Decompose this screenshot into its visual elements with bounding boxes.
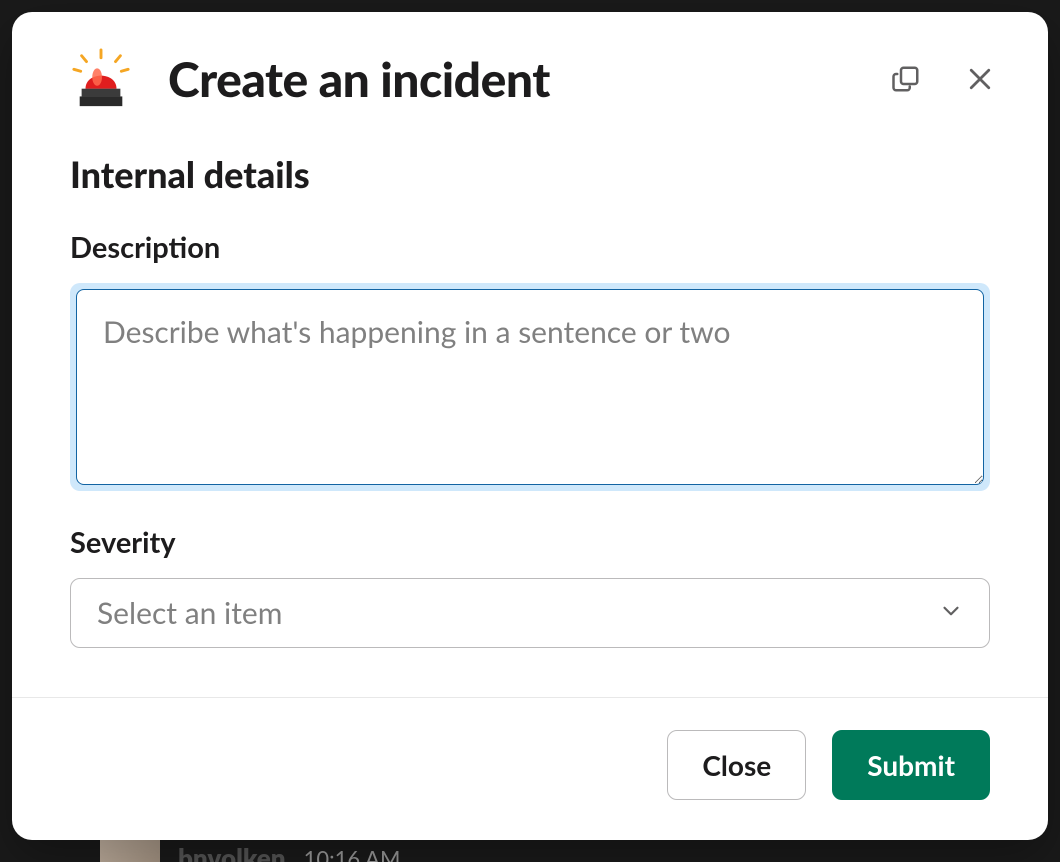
modal-footer: Close Submit bbox=[12, 697, 1048, 840]
description-focus-ring bbox=[70, 283, 990, 491]
create-incident-modal: Create an incident Internal details Desc… bbox=[12, 12, 1048, 840]
severity-select[interactable]: Select an item bbox=[70, 578, 990, 648]
open-new-window-button[interactable] bbox=[884, 57, 928, 101]
section-heading-internal-details: Internal details bbox=[70, 152, 990, 196]
modal-title: Create an incident bbox=[168, 51, 884, 108]
message-time: 10:16 AM bbox=[304, 845, 401, 862]
modal-body: Internal details Description Severity Se… bbox=[12, 128, 1048, 697]
modal-header: Create an incident bbox=[12, 12, 1048, 128]
description-label: Description bbox=[70, 230, 990, 265]
description-input[interactable] bbox=[76, 289, 984, 485]
severity-label: Severity bbox=[70, 525, 990, 560]
close-icon bbox=[965, 64, 995, 94]
close-modal-button[interactable] bbox=[958, 57, 1002, 101]
new-window-icon bbox=[891, 64, 921, 94]
close-button[interactable]: Close bbox=[667, 730, 806, 800]
rotating-light-icon bbox=[70, 48, 132, 110]
message-author: bnvolken bbox=[178, 842, 286, 862]
submit-button[interactable]: Submit bbox=[832, 730, 990, 800]
